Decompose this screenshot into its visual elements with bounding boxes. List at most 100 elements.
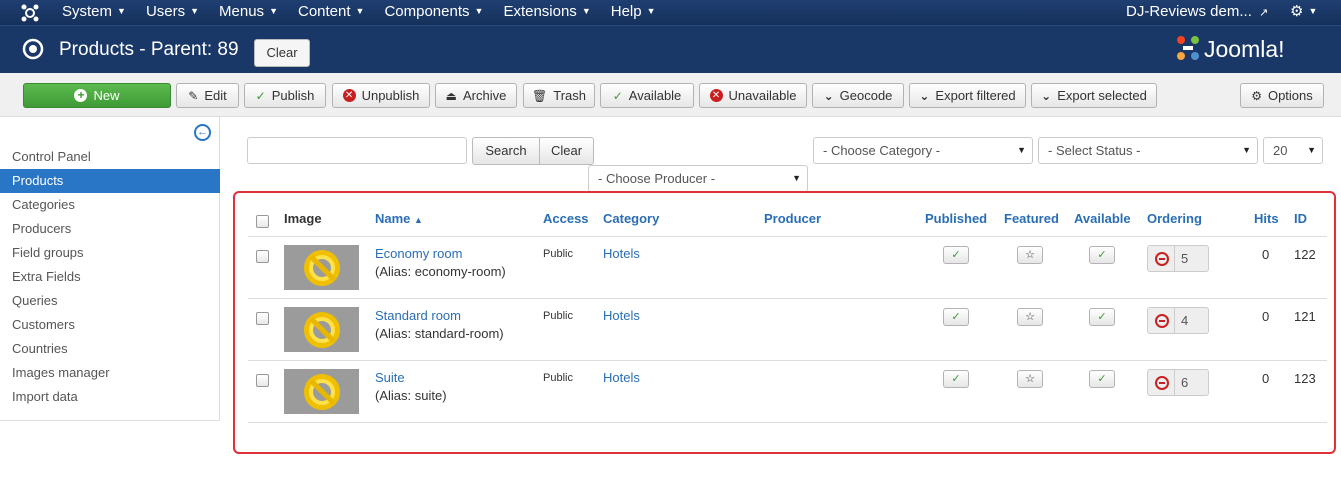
column-header-access[interactable]: Access [543,211,589,226]
row-divider [248,360,1327,361]
ordering-value[interactable]: 4 [1174,307,1209,334]
caret-down-icon: ▼ [646,6,656,16]
unpublish-button[interactable]: ✕ Unpublish [332,83,430,108]
sidebar-item-customers[interactable]: Customers [0,313,220,337]
main-menu: System ▼ Users ▼ Menus ▼ Content ▼ Component… [52,0,666,25]
options-button[interactable]: ⚙ Options [1240,83,1324,108]
product-name-link[interactable]: Standard room [375,308,461,323]
published-toggle[interactable]: ✓ [943,370,969,388]
check-icon: ✓ [1097,249,1107,261]
star-icon: ☆ [1025,249,1035,261]
row-checkbox[interactable] [256,312,269,325]
geocode-button[interactable]: ⌄ Geocode [812,83,904,108]
column-header-available[interactable]: Available [1074,211,1131,226]
category-select[interactable]: - Choose Category - ▼ [813,137,1033,164]
archive-button[interactable]: ⏏ Archive [435,83,517,108]
sidebar-item-countries[interactable]: Countries [0,337,220,361]
ordering-handle[interactable] [1147,369,1175,396]
dropdown-arrow-icon: ▼ [792,173,801,183]
ordering-handle[interactable] [1147,307,1175,334]
sort-up-icon: ▲ [414,215,423,225]
published-toggle[interactable]: ✓ [943,308,969,326]
product-thumbnail [284,369,359,414]
ordering-value[interactable]: 6 [1174,369,1209,396]
joomla-icon[interactable] [20,3,40,23]
column-header-ordering[interactable]: Ordering [1147,211,1202,226]
featured-toggle[interactable]: ☆ [1017,308,1043,326]
available-toggle[interactable]: ✓ [1089,370,1115,388]
row-divider [248,422,1327,423]
unavailable-button[interactable]: ✕ Unavailable [699,83,807,108]
sidebar-item-queries[interactable]: Queries [0,289,220,313]
sidebar-item-import-data[interactable]: Import data [0,385,220,409]
gear-icon: ⚙ [1290,3,1304,20]
sidebar-item-control-panel[interactable]: Control Panel [0,145,220,169]
column-header-featured[interactable]: Featured [1004,211,1059,226]
category-link[interactable]: Hotels [603,246,640,261]
sidebar-item-producers[interactable]: Producers [0,217,220,241]
clear-parent-button[interactable]: Clear [254,39,310,67]
site-link[interactable]: DJ-Reviews dem... ↗ [1126,0,1268,25]
available-button[interactable]: ✓ Available [600,83,694,108]
search-button[interactable]: Search [472,137,540,165]
menu-content[interactable]: Content ▼ [288,0,374,25]
check-icon: ✓ [951,249,961,261]
trash-button[interactable]: 🗑 Trash [523,83,595,108]
product-name-link[interactable]: Economy room [375,246,462,261]
trash-icon: 🗑 [532,88,548,103]
ordering-handle[interactable] [1147,245,1175,272]
column-header-name[interactable]: Name ▲ [375,211,423,226]
check-icon: ✓ [951,373,961,385]
menu-users[interactable]: Users ▼ [136,0,209,25]
column-header-published[interactable]: Published [925,211,987,226]
sidebar-item-categories[interactable]: Categories [0,193,220,217]
category-link[interactable]: Hotels [603,370,640,385]
caret-down-icon: ▼ [117,6,126,16]
menu-menus[interactable]: Menus ▼ [209,0,288,25]
product-name-link[interactable]: Suite [375,370,405,385]
available-toggle[interactable]: ✓ [1089,246,1115,264]
check-icon: ✓ [1097,311,1107,323]
published-toggle[interactable]: ✓ [943,246,969,264]
hits-value: 0 [1262,247,1270,262]
column-header-producer[interactable]: Producer [764,211,821,226]
sidebar-item-field-groups[interactable]: Field groups [0,241,220,265]
featured-toggle[interactable]: ☆ [1017,370,1043,388]
row-divider [248,298,1327,299]
menu-help[interactable]: Help ▼ [601,0,666,25]
sidebar-item-extra-fields[interactable]: Extra Fields [0,265,220,289]
featured-toggle[interactable]: ☆ [1017,246,1043,264]
collapse-sidebar-icon[interactable]: ← [194,124,211,141]
sidebar-item-images-manager[interactable]: Images manager [0,361,220,385]
menu-extensions[interactable]: Extensions ▼ [493,0,600,25]
product-alias: (Alias: standard-room) [375,326,504,341]
menu-components[interactable]: Components ▼ [374,0,493,25]
external-link-icon: ↗ [1259,7,1269,19]
ordering-value[interactable]: 5 [1174,245,1209,272]
column-header-category[interactable]: Category [603,211,659,226]
hits-value: 0 [1262,309,1270,324]
row-checkbox[interactable] [256,374,269,387]
minus-circle-icon [1155,314,1169,328]
select-all-checkbox[interactable] [256,215,269,228]
export-filtered-button[interactable]: ⌄ Export filtered [909,83,1026,108]
search-input[interactable] [247,137,467,164]
row-checkbox[interactable] [256,250,269,263]
user-menu[interactable]: ⚙ ▼ [1290,0,1317,25]
edit-button[interactable]: ✎ Edit [176,83,239,108]
status-select[interactable]: - Select Status - ▼ [1038,137,1258,164]
category-link[interactable]: Hotels [603,308,640,323]
edit-icon: ✎ [188,88,199,103]
menu-system[interactable]: System ▼ [52,0,136,25]
available-toggle[interactable]: ✓ [1089,308,1115,326]
new-button[interactable]: + New [23,83,171,108]
sidebar-item-products[interactable]: Products [0,169,220,193]
column-header-hits[interactable]: Hits [1254,211,1279,226]
producer-select[interactable]: - Choose Producer - ▼ [588,165,808,192]
clear-search-button[interactable]: Clear [539,137,594,165]
column-header-id[interactable]: ID [1294,211,1307,226]
limit-select[interactable]: 20 ▼ [1263,137,1323,164]
check-icon: ✓ [255,88,266,103]
export-selected-button[interactable]: ⌄ Export selected [1031,83,1157,108]
publish-button[interactable]: ✓ Publish [244,83,326,108]
